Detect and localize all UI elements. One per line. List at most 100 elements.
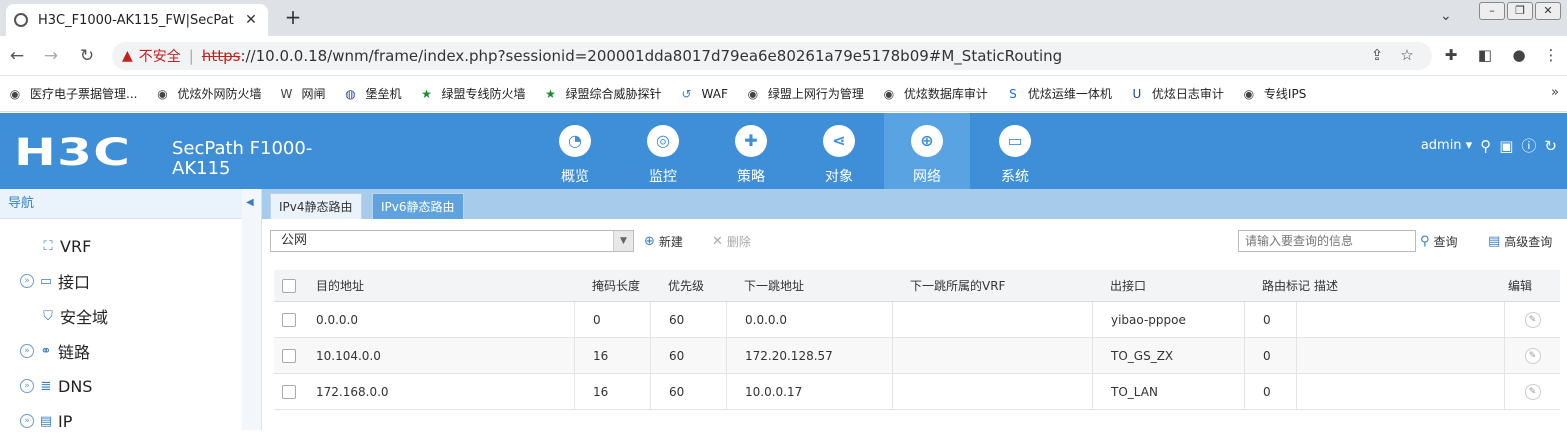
- bookmark-item[interactable]: ◉ 医疗电子票据管理...: [8, 85, 138, 102]
- u-icon: U: [1132, 86, 1142, 101]
- plus-circle-icon: ⊕: [644, 234, 655, 249]
- bookmark-item[interactable]: S 优炫运维一体机: [1006, 85, 1112, 102]
- bookmark-item[interactable]: ↺ WAF: [680, 87, 728, 101]
- column-header[interactable]: 出接口: [1110, 270, 1146, 301]
- user-bar: admin ▾ ⚲ ▣ ⓘ ↻: [1421, 135, 1557, 156]
- search-input[interactable]: [1238, 230, 1416, 252]
- camera-icon: ◎: [647, 125, 679, 157]
- column-header[interactable]: 优先级: [668, 270, 704, 301]
- bookmark-item[interactable]: W 网闸: [279, 85, 326, 102]
- user-menu[interactable]: admin ▾: [1421, 138, 1472, 153]
- menu-item-2[interactable]: ◎ 监控: [620, 113, 706, 189]
- menu-item-6[interactable]: ▭ 系统: [972, 113, 1058, 189]
- menu-item-1[interactable]: ◔ 概览: [532, 113, 618, 189]
- bookmark-item[interactable]: ★ 绿盟综合威胁探针: [544, 85, 661, 102]
- edit-pencil-icon[interactable]: ✎: [1524, 383, 1541, 400]
- expand-icon[interactable]: »: [20, 344, 34, 358]
- sidebar-item-4[interactable]: » ⚭ 链路: [20, 336, 90, 366]
- search-icon[interactable]: ⚲: [1480, 137, 1491, 155]
- column-header[interactable]: 描述: [1314, 270, 1338, 301]
- refresh-icon[interactable]: ↻: [1544, 137, 1557, 155]
- save-icon[interactable]: ▣: [1499, 137, 1513, 155]
- forward-icon[interactable]: →: [40, 46, 62, 66]
- close-tab-icon[interactable]: ✕: [242, 12, 260, 28]
- advanced-query-button[interactable]: ▤ 高级查询: [1488, 233, 1552, 250]
- star-icon: ★: [421, 86, 432, 101]
- bookmarks-overflow-icon[interactable]: »: [1551, 85, 1559, 100]
- expand-icon[interactable]: »: [20, 414, 34, 428]
- share-icon[interactable]: ⇪: [1366, 46, 1388, 64]
- row-checkbox[interactable]: [282, 302, 296, 337]
- new-tab-button[interactable]: +: [282, 6, 304, 28]
- vrf-select[interactable]: 公网 ▼: [270, 230, 634, 252]
- sidebar-item-2[interactable]: » ▭ 接口: [20, 266, 90, 296]
- extensions-icon[interactable]: ✚: [1440, 46, 1462, 64]
- expand-icon[interactable]: »: [20, 274, 34, 288]
- menu-item-4[interactable]: ⋖ 对象: [796, 113, 882, 189]
- table-row[interactable]: 10.104.0.0 16 60 172.20.128.57 TO_GS_ZX 0 ✎: [274, 338, 1560, 374]
- row-checkbox[interactable]: [282, 374, 296, 409]
- side-panel-icon[interactable]: ◧: [1474, 46, 1496, 64]
- sidebar-item-5[interactable]: » ≣ DNS: [20, 371, 92, 401]
- delete-x-icon: ✕: [712, 234, 723, 249]
- shield-plus-icon: ✚: [735, 125, 767, 157]
- expand-icon[interactable]: »: [20, 379, 34, 393]
- reload-icon[interactable]: ↻: [76, 46, 98, 66]
- help-icon[interactable]: ⓘ: [1521, 135, 1536, 156]
- column-header[interactable]: 路由标记: [1262, 270, 1310, 301]
- tab-ipv6-static-route[interactable]: IPv6静态路由: [372, 193, 464, 219]
- menu-item-5[interactable]: ⊕ 网络: [884, 113, 970, 189]
- checkbox-icon: [282, 312, 296, 327]
- edit-pencil-icon[interactable]: ✎: [1524, 347, 1541, 364]
- sidebar-collapse-handle[interactable]: ◀: [242, 189, 262, 430]
- bookmark-item[interactable]: ◉ 绿盟上网行为管理: [746, 85, 864, 102]
- toolbar: 公网 ▼ ⊕ 新建 ✕ 删除 ⚲ 查询 ▤ 高级查询: [262, 226, 1567, 256]
- checkbox-icon: [282, 348, 296, 363]
- bookmark-item[interactable]: ◍ 堡垒机: [343, 85, 401, 102]
- h3c-logo: H3C: [14, 131, 132, 174]
- column-header[interactable]: 目的地址: [316, 270, 364, 301]
- sidebar-item-3[interactable]: ⛉ 安全域: [38, 301, 108, 331]
- bookmark-item[interactable]: ◉ 专线IPS: [1242, 85, 1307, 102]
- table-cell-nexthop: 0.0.0.0: [726, 302, 910, 337]
- query-button[interactable]: ⚲ 查询: [1420, 233, 1458, 250]
- column-header[interactable]: 下一跳地址: [744, 270, 804, 301]
- menu-item-3[interactable]: ✚ 策略: [708, 113, 794, 189]
- advanced-query-label: 高级查询: [1504, 235, 1553, 249]
- globe-icon: ◉: [157, 86, 168, 101]
- bookmark-item[interactable]: U 优炫日志审计: [1130, 85, 1224, 102]
- new-button[interactable]: ⊕ 新建: [644, 233, 683, 250]
- bookmark-label: 专线IPS: [1263, 87, 1307, 101]
- select-all-checkbox[interactable]: [282, 270, 296, 301]
- bookmark-item[interactable]: ◉ 优炫数据库审计: [882, 85, 988, 102]
- minimize-icon[interactable]: –: [1479, 2, 1505, 20]
- column-header[interactable]: 编辑: [1508, 270, 1532, 301]
- column-header[interactable]: 掩码长度: [592, 270, 640, 301]
- shield-icon: ◍: [345, 86, 356, 101]
- back-icon[interactable]: ←: [6, 46, 28, 66]
- edit-pencil-icon[interactable]: ✎: [1524, 311, 1541, 328]
- sidebar-item-6[interactable]: » ▤ IP: [20, 406, 72, 436]
- table-row[interactable]: 172.168.0.0 16 60 10.0.0.17 TO_LAN 0 ✎: [274, 374, 1560, 410]
- address-bar-row: ← → ↻ ▲ 不安全 | https ://10.0.0.18/wnm/fra…: [0, 36, 1567, 76]
- tab-search-chevron-icon[interactable]: ⌄: [1440, 8, 1452, 24]
- profile-icon[interactable]: ●: [1508, 46, 1530, 64]
- table-row[interactable]: 0.0.0.0 0 60 0.0.0.0 yibao-pppoe 0 ✎: [274, 302, 1560, 338]
- sidebar-item-1[interactable]: ⛶ VRF: [38, 231, 91, 261]
- ip-icon: ▤: [39, 413, 53, 429]
- row-checkbox[interactable]: [282, 338, 296, 373]
- delete-button[interactable]: ✕ 删除: [712, 233, 751, 250]
- sidebar-item-label: 安全域: [60, 308, 109, 327]
- column-header[interactable]: 下一跳所属的VRF: [910, 270, 1005, 301]
- tab-ipv4-static-route[interactable]: IPv4静态路由: [270, 193, 362, 219]
- table-cell-desc: [1296, 302, 1508, 337]
- bookmark-star-icon[interactable]: ☆: [1396, 46, 1418, 64]
- more-menu-icon[interactable]: ⋮: [1540, 46, 1562, 64]
- restore-icon[interactable]: ❐: [1507, 2, 1533, 20]
- table-cell-iface: yibao-pppoe: [1092, 302, 1262, 337]
- browser-tab[interactable]: H3C_F1000-AK115_FW|SecPat ✕: [6, 4, 268, 36]
- bookmark-item[interactable]: ★ 绿盟专线防火墙: [420, 85, 525, 102]
- bookmark-item[interactable]: ◉ 优炫外网防火墙: [155, 85, 261, 102]
- close-window-icon[interactable]: ✕: [1535, 2, 1561, 20]
- url-bar[interactable]: ▲ 不安全 | https ://10.0.0.18/wnm/frame/ind…: [112, 42, 1432, 70]
